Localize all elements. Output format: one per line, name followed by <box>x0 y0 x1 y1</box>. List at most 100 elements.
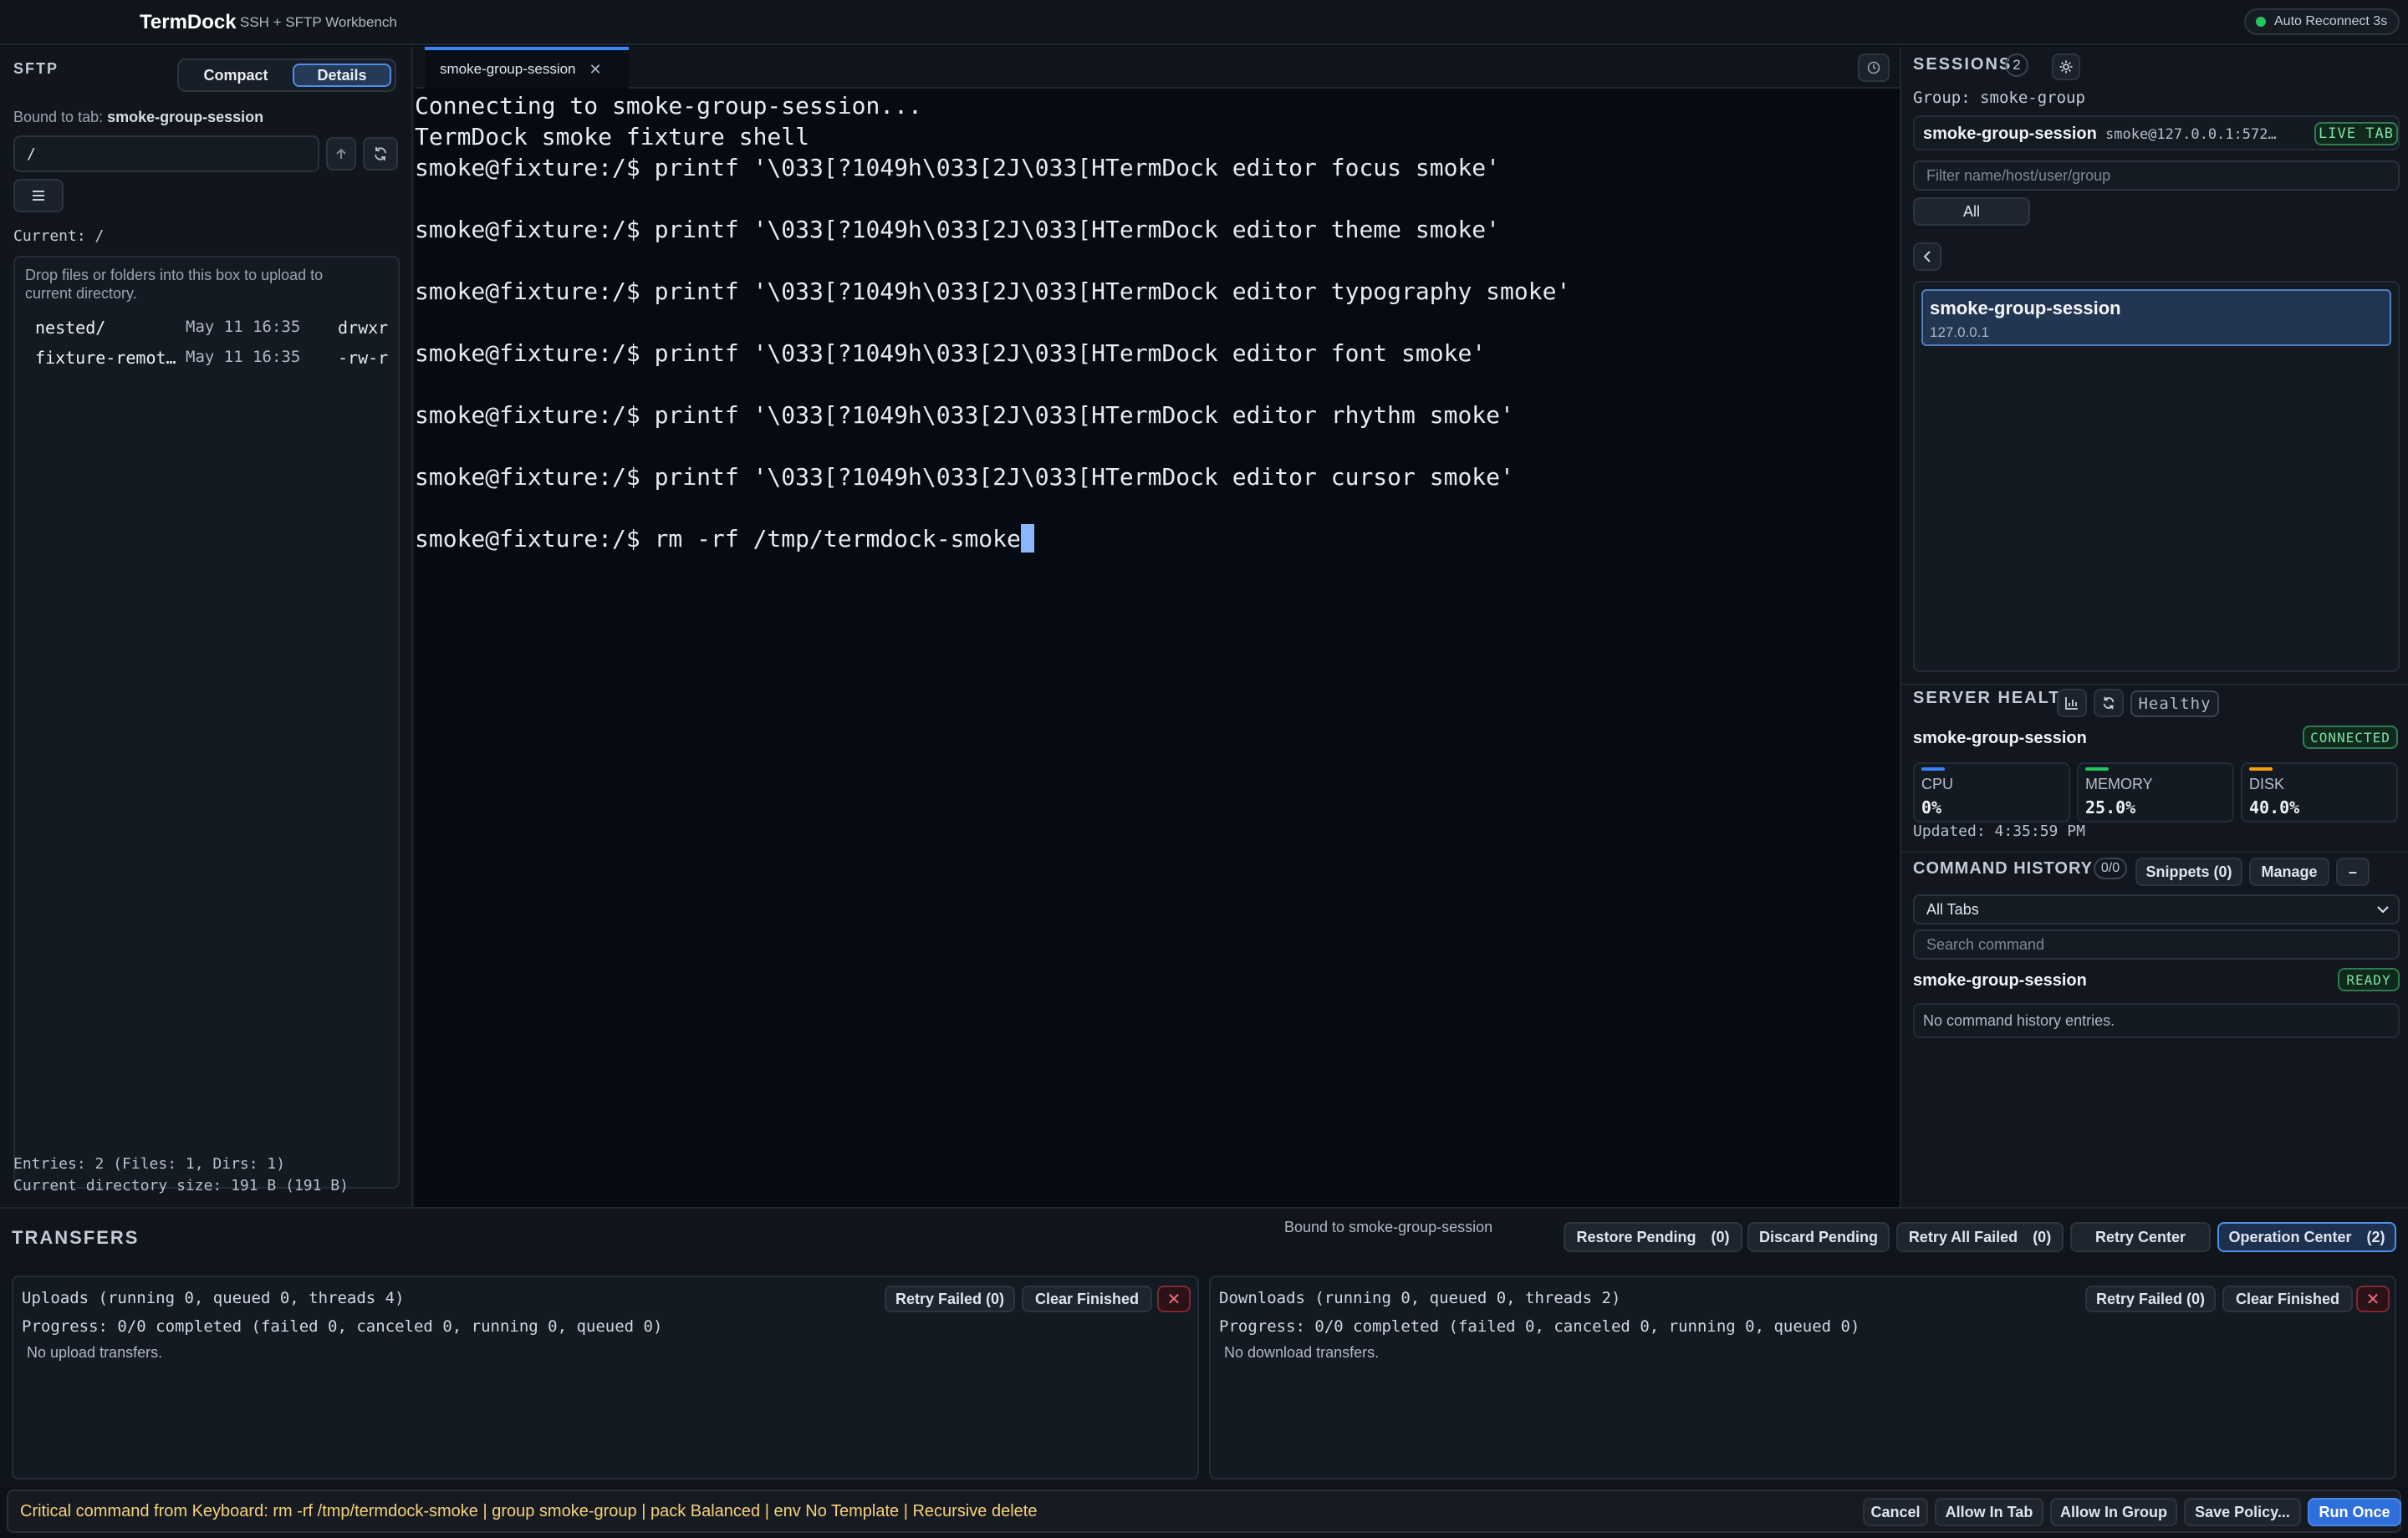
history-divider <box>1901 851 2408 853</box>
restore-label: Restore Pending <box>1576 1228 1696 1245</box>
downloads-retry-failed-button[interactable]: Retry Failed (0) <box>2085 1286 2216 1312</box>
health-updated: Updated: 4:35:59 PM <box>1913 822 2085 840</box>
close-tab-icon[interactable]: ✕ <box>589 61 602 79</box>
live-session-card[interactable]: smoke-group-session smoke@127.0.0.1:572…… <box>1913 115 2400 150</box>
downloads-panel: Downloads (running 0, queued 0, threads … <box>1209 1276 2396 1479</box>
terminal-area: smoke-group-session ✕ Connecting to smok… <box>415 47 1900 1207</box>
view-toggle: Compact Details <box>177 59 396 92</box>
metric-value: 0% <box>1921 797 1942 817</box>
session-item-host: 127.0.0.1 <box>1930 324 1989 340</box>
health-refresh-button[interactable] <box>2094 689 2124 717</box>
file-date: May 11 16:35 <box>186 348 301 366</box>
collapse-sessions-button[interactable] <box>1913 242 1941 271</box>
tab-session[interactable]: smoke-group-session ✕ <box>425 47 629 89</box>
snippets-button[interactable]: Snippets (0) <box>2135 858 2242 886</box>
critical-alert-bar: Critical command from Keyboard: rm -rf /… <box>0 1488 2408 1538</box>
uploads-panel: Uploads (running 0, queued 0, threads 4)… <box>12 1276 1199 1479</box>
path-input[interactable]: / <box>13 135 319 172</box>
downloads-cancel-all-button[interactable]: ✕ <box>2356 1286 2390 1312</box>
uploads-cancel-all-button[interactable]: ✕ <box>1157 1286 1191 1312</box>
transfers-bound: Bound to smoke-group-session <box>1284 1219 1493 1235</box>
file-row[interactable]: nested/May 11 16:35 drwxr <box>15 314 398 343</box>
app-subtitle: SSH + SFTP Workbench <box>240 14 397 30</box>
terminal-line: smoke@fixture:/$ printf '\033[?1049h\033… <box>415 401 1514 429</box>
save-policy-button[interactable]: Save Policy... <box>2184 1498 2301 1526</box>
collapse-history-button[interactable]: – <box>2336 858 2370 886</box>
auto-reconnect-toggle[interactable]: Auto Reconnect 3s <box>2244 8 2400 35</box>
status-dot-icon <box>2256 17 2266 27</box>
bar-chart-icon <box>2065 697 2078 710</box>
retry-all-count: (0) <box>2033 1228 2052 1245</box>
history-title: COMMAND HISTORY <box>1913 859 2093 878</box>
session-filter-input[interactable]: Filter name/host/user/group <box>1913 160 2400 191</box>
uploads-retry-failed-button[interactable]: Retry Failed (0) <box>885 1286 1015 1312</box>
downloads-progress: Progress: 0/0 completed (failed 0, cance… <box>1219 1317 1860 1336</box>
filter-all-button[interactable]: All <box>1913 197 2030 226</box>
tab-bar: smoke-group-session ✕ <box>415 47 1900 89</box>
uploads-clear-finished-button[interactable]: Clear Finished <box>1022 1286 1152 1312</box>
downloads-empty: No download transfers. <box>1224 1344 1380 1361</box>
critical-alert-box: Critical command from Keyboard: rm -rf /… <box>7 1490 2401 1533</box>
live-session-host: smoke@127.0.0.1:572… <box>2105 126 2277 143</box>
health-divider <box>1901 684 2408 685</box>
sftp-title: SFTP <box>13 60 59 77</box>
history-session-name: smoke-group-session <box>1913 971 2087 990</box>
refresh-button[interactable] <box>363 137 398 171</box>
restore-count: (0) <box>1711 1228 1730 1245</box>
file-perm: drwxr <box>338 318 389 338</box>
auto-reconnect-label: Auto Reconnect 3s <box>2274 14 2388 28</box>
history-search-input[interactable]: Search command <box>1913 929 2400 960</box>
right-panel: SESSIONS 2 Group: smoke-group smoke-grou… <box>1900 47 2408 1207</box>
gear-icon <box>2059 60 2073 74</box>
retry-center-button[interactable]: Retry Center <box>2070 1222 2211 1252</box>
restore-pending-button[interactable]: Restore Pending (0) <box>1564 1222 1742 1252</box>
retry-all-failed-button[interactable]: Retry All Failed (0) <box>1896 1222 2064 1252</box>
menu-icon <box>33 191 44 201</box>
sessions-title: SESSIONS <box>1913 55 2013 74</box>
title-bar: TermDock SSH + SFTP Workbench Auto Recon… <box>0 0 2408 45</box>
terminal-cursor <box>1020 524 1034 553</box>
terminal-line: smoke@fixture:/$ printf '\033[?1049h\033… <box>415 216 1501 243</box>
file-row[interactable]: fixture-remot… May 11 16:35 -rw-r <box>15 344 398 373</box>
history-button[interactable] <box>1858 53 1890 82</box>
view-compact-button[interactable]: Compact <box>182 64 289 87</box>
transfers-panel: TRANSFERS Bound to smoke-group-session R… <box>0 1207 2408 1488</box>
history-empty-text: No command history entries. <box>1923 1011 2115 1029</box>
health-chart-button[interactable] <box>2057 689 2087 717</box>
drop-zone[interactable]: Drop files or folders into this box to u… <box>13 256 400 1189</box>
history-empty-box: No command history entries. <box>1913 1003 2400 1038</box>
allow-in-group-button[interactable]: Allow In Group <box>2050 1498 2177 1526</box>
sessions-count: 2 <box>2005 53 2028 77</box>
sessions-settings-button[interactable] <box>2052 53 2080 80</box>
app-title: TermDock <box>140 11 237 33</box>
close-icon: ✕ <box>2365 1290 2380 1309</box>
history-count: 0/0 <box>2094 858 2127 879</box>
operation-center-button[interactable]: Operation Center (2) <box>2217 1222 2396 1252</box>
uploads-empty: No upload transfers. <box>27 1344 163 1361</box>
menu-button[interactable] <box>13 179 64 212</box>
run-once-button[interactable]: Run Once <box>2308 1498 2401 1526</box>
terminal-output[interactable]: Connecting to smoke-group-session... Term… <box>415 90 1895 554</box>
cancel-button[interactable]: Cancel <box>1863 1498 1928 1526</box>
file-name: fixture-remot… <box>35 348 176 368</box>
allow-in-tab-button[interactable]: Allow In Tab <box>1935 1498 2043 1526</box>
view-details-button[interactable]: Details <box>293 64 391 87</box>
current-dir: Current: / <box>13 227 105 245</box>
tab-label: smoke-group-session <box>440 61 576 77</box>
clock-icon <box>1867 61 1880 74</box>
discard-pending-button[interactable]: Discard Pending <box>1747 1222 1890 1252</box>
metric-accent-bar <box>1921 767 1945 771</box>
bound-tab-name: smoke-group-session <box>107 109 264 125</box>
uploads-header: Uploads (running 0, queued 0, threads 4) <box>22 1289 405 1307</box>
manage-button[interactable]: Manage <box>2249 858 2329 886</box>
parent-dir-button[interactable] <box>326 137 356 171</box>
session-item[interactable]: smoke-group-session 127.0.0.1 <box>1921 289 2391 346</box>
history-scope-value: All Tabs <box>1926 900 1979 918</box>
downloads-clear-finished-button[interactable]: Clear Finished <box>2222 1286 2353 1312</box>
chevron-left-icon <box>1923 251 1931 262</box>
history-scope-select[interactable]: All Tabs <box>1913 894 2400 924</box>
live-session-name: smoke-group-session <box>1923 125 2097 143</box>
